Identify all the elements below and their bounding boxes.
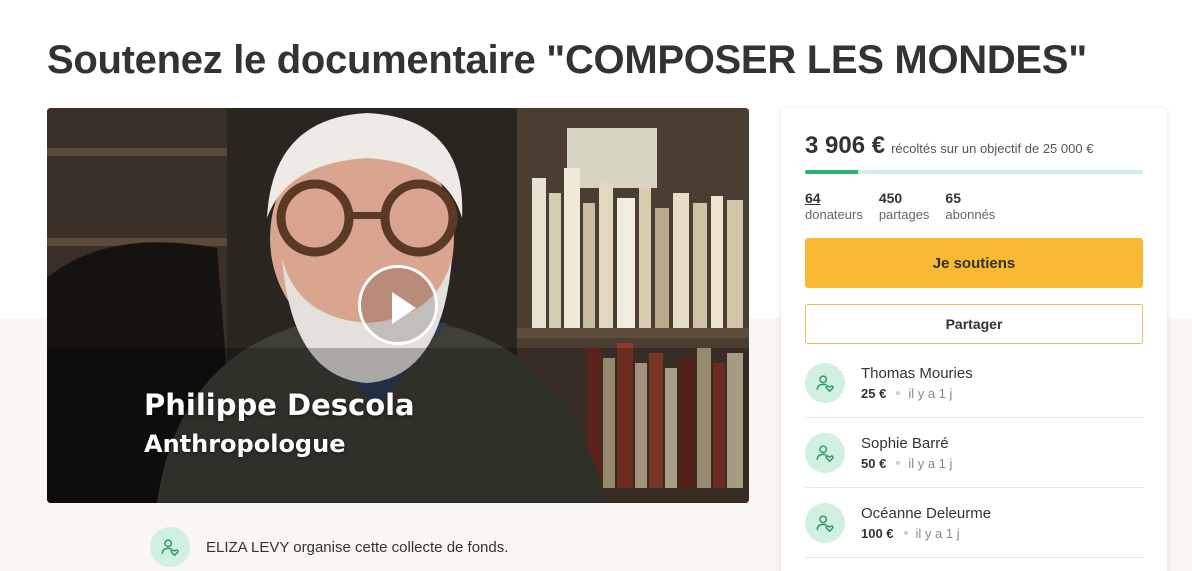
play-icon (392, 292, 416, 324)
donor-time: il y a 1 j (915, 525, 960, 541)
donor-time: il y a 1 j (908, 385, 953, 401)
stat-followers-label: abonnés (945, 207, 996, 222)
raised-amount: 3 906 € (805, 132, 886, 159)
progress-bar (805, 170, 1143, 174)
stat-donors-label: donateurs (805, 207, 863, 222)
campaign-stats: 64 donateurs 450 partages 65 abonnés (805, 190, 1011, 222)
stat-donors-value[interactable]: 64 (805, 190, 863, 206)
stat-followers-value: 65 (945, 190, 961, 206)
donor-avatar (805, 362, 845, 403)
user-heart-icon (816, 374, 834, 392)
support-button[interactable]: Je soutiens (805, 238, 1143, 288)
stat-shares-label: partages (878, 207, 930, 222)
stat-donors[interactable]: 64 donateurs (805, 190, 863, 222)
donor-name: Océanne Deleurme (861, 504, 992, 522)
donor-item: Océanne Deleurme 100 € il y a 1 j (805, 488, 1143, 558)
organizer-avatar (150, 527, 190, 567)
donor-amount: 50 € (861, 455, 887, 471)
separator-dot (903, 531, 908, 535)
donor-amount: 100 € (861, 525, 894, 541)
donor-name: Sophie Barré (861, 434, 949, 452)
donor-time: il y a 1 j (908, 455, 953, 471)
user-heart-icon (816, 444, 834, 462)
separator-dot (896, 461, 901, 465)
video-player[interactable]: Philippe Descola Anthropologue (47, 108, 749, 503)
stat-shares-value: 450 (878, 190, 903, 206)
donor-avatar (805, 502, 845, 543)
progress-fill (805, 170, 858, 174)
separator-dot (896, 391, 901, 395)
user-heart-icon (816, 514, 834, 532)
video-caption-role: Anthropologue (144, 430, 346, 458)
donor-avatar (805, 432, 845, 473)
user-heart-icon (161, 539, 179, 556)
stat-followers: 65 abonnés (945, 190, 995, 222)
donor-amount: 25 € (861, 385, 887, 401)
goal-text: récoltés sur un objectif de 25 000 € (891, 141, 1094, 156)
page-title: Soutenez le documentaire "COMPOSER LES M… (47, 38, 1087, 82)
donor-name: Thomas Mouries (861, 364, 973, 382)
organizer-text: ELIZA LEVY organise cette collecte de fo… (206, 538, 509, 556)
donor-item: Thomas Mouries 25 € il y a 1 j (805, 348, 1143, 418)
donation-panel: 3 906 € récoltés sur un objectif de 25 0… (781, 108, 1167, 571)
organizer-info: ELIZA LEVY organise cette collecte de fo… (150, 527, 508, 567)
donor-item: Sophie Barré 50 € il y a 1 j (805, 418, 1143, 488)
stat-shares: 450 partages (879, 190, 930, 222)
share-button[interactable]: Partager (805, 304, 1143, 344)
donor-list: Thomas Mouries 25 € il y a 1 j Sophie Ba… (805, 348, 1143, 558)
video-caption-name: Philippe Descola (144, 388, 415, 422)
amount-raised: 3 906 € récoltés sur un objectif de 25 0… (805, 132, 1093, 160)
play-button[interactable] (358, 265, 438, 345)
